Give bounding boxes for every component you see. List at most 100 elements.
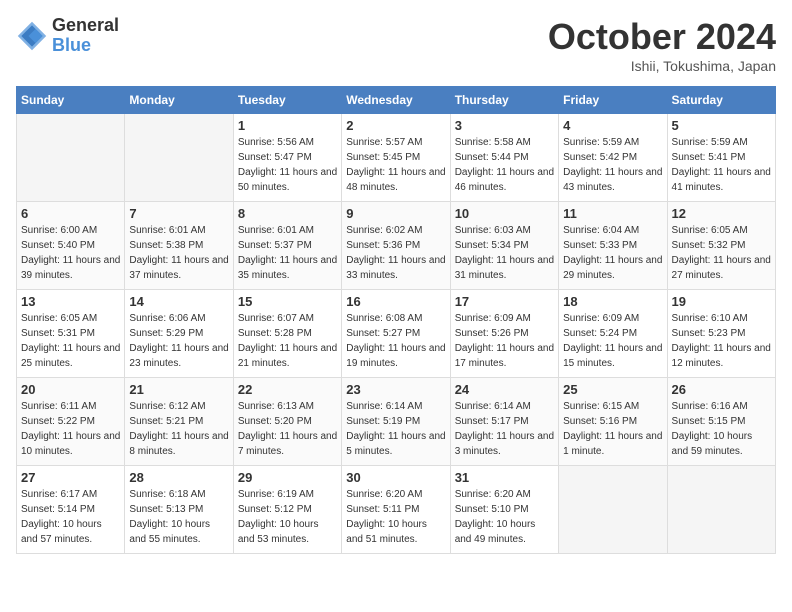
- calendar-cell: 19 Sunrise: 6:10 AM Sunset: 5:23 PM Dayl…: [667, 290, 775, 378]
- calendar-cell: [17, 114, 125, 202]
- daylight-text: Daylight: 11 hours and 7 minutes.: [238, 429, 337, 459]
- day-number: 22: [238, 382, 337, 397]
- calendar-cell: 23 Sunrise: 6:14 AM Sunset: 5:19 PM Dayl…: [342, 378, 450, 466]
- sunrise-text: Sunrise: 6:10 AM: [672, 311, 771, 326]
- day-info: Sunrise: 5:56 AM Sunset: 5:47 PM Dayligh…: [238, 135, 337, 195]
- sunset-text: Sunset: 5:34 PM: [455, 238, 554, 253]
- day-info: Sunrise: 6:19 AM Sunset: 5:12 PM Dayligh…: [238, 487, 337, 547]
- calendar-header-row: SundayMondayTuesdayWednesdayThursdayFrid…: [17, 87, 776, 114]
- day-info: Sunrise: 6:05 AM Sunset: 5:32 PM Dayligh…: [672, 223, 771, 283]
- sunrise-text: Sunrise: 5:59 AM: [672, 135, 771, 150]
- sunset-text: Sunset: 5:17 PM: [455, 414, 554, 429]
- calendar-cell: 2 Sunrise: 5:57 AM Sunset: 5:45 PM Dayli…: [342, 114, 450, 202]
- page-header: General Blue October 2024 Ishii, Tokushi…: [16, 16, 776, 74]
- sunrise-text: Sunrise: 6:07 AM: [238, 311, 337, 326]
- calendar-week-0: 1 Sunrise: 5:56 AM Sunset: 5:47 PM Dayli…: [17, 114, 776, 202]
- sunrise-text: Sunrise: 6:00 AM: [21, 223, 120, 238]
- day-number: 31: [455, 470, 554, 485]
- day-number: 26: [672, 382, 771, 397]
- logo-text: General Blue: [52, 16, 119, 56]
- daylight-text: Daylight: 11 hours and 17 minutes.: [455, 341, 554, 371]
- calendar-cell: 22 Sunrise: 6:13 AM Sunset: 5:20 PM Dayl…: [233, 378, 341, 466]
- day-number: 11: [563, 206, 662, 221]
- day-number: 24: [455, 382, 554, 397]
- sunset-text: Sunset: 5:23 PM: [672, 326, 771, 341]
- day-info: Sunrise: 6:20 AM Sunset: 5:11 PM Dayligh…: [346, 487, 445, 547]
- sunrise-text: Sunrise: 6:02 AM: [346, 223, 445, 238]
- sunset-text: Sunset: 5:10 PM: [455, 502, 554, 517]
- day-info: Sunrise: 6:10 AM Sunset: 5:23 PM Dayligh…: [672, 311, 771, 371]
- daylight-text: Daylight: 11 hours and 41 minutes.: [672, 165, 771, 195]
- sunrise-text: Sunrise: 6:14 AM: [455, 399, 554, 414]
- sunset-text: Sunset: 5:41 PM: [672, 150, 771, 165]
- daylight-text: Daylight: 11 hours and 33 minutes.: [346, 253, 445, 283]
- sunrise-text: Sunrise: 6:12 AM: [129, 399, 228, 414]
- calendar-week-2: 13 Sunrise: 6:05 AM Sunset: 5:31 PM Dayl…: [17, 290, 776, 378]
- sunrise-text: Sunrise: 6:16 AM: [672, 399, 771, 414]
- day-info: Sunrise: 6:02 AM Sunset: 5:36 PM Dayligh…: [346, 223, 445, 283]
- header-wednesday: Wednesday: [342, 87, 450, 114]
- day-number: 5: [672, 118, 771, 133]
- sunset-text: Sunset: 5:37 PM: [238, 238, 337, 253]
- sunset-text: Sunset: 5:24 PM: [563, 326, 662, 341]
- day-info: Sunrise: 6:20 AM Sunset: 5:10 PM Dayligh…: [455, 487, 554, 547]
- calendar-cell: 14 Sunrise: 6:06 AM Sunset: 5:29 PM Dayl…: [125, 290, 233, 378]
- day-info: Sunrise: 5:58 AM Sunset: 5:44 PM Dayligh…: [455, 135, 554, 195]
- day-info: Sunrise: 6:14 AM Sunset: 5:19 PM Dayligh…: [346, 399, 445, 459]
- day-number: 13: [21, 294, 120, 309]
- calendar-cell: 12 Sunrise: 6:05 AM Sunset: 5:32 PM Dayl…: [667, 202, 775, 290]
- sunset-text: Sunset: 5:14 PM: [21, 502, 120, 517]
- sunrise-text: Sunrise: 6:03 AM: [455, 223, 554, 238]
- daylight-text: Daylight: 11 hours and 48 minutes.: [346, 165, 445, 195]
- day-number: 9: [346, 206, 445, 221]
- day-info: Sunrise: 6:01 AM Sunset: 5:37 PM Dayligh…: [238, 223, 337, 283]
- sunset-text: Sunset: 5:47 PM: [238, 150, 337, 165]
- day-info: Sunrise: 6:00 AM Sunset: 5:40 PM Dayligh…: [21, 223, 120, 283]
- sunset-text: Sunset: 5:33 PM: [563, 238, 662, 253]
- logo-blue: Blue: [52, 36, 119, 56]
- day-info: Sunrise: 6:03 AM Sunset: 5:34 PM Dayligh…: [455, 223, 554, 283]
- day-info: Sunrise: 6:04 AM Sunset: 5:33 PM Dayligh…: [563, 223, 662, 283]
- sunset-text: Sunset: 5:28 PM: [238, 326, 337, 341]
- daylight-text: Daylight: 11 hours and 25 minutes.: [21, 341, 120, 371]
- sunrise-text: Sunrise: 6:18 AM: [129, 487, 228, 502]
- sunrise-text: Sunrise: 6:06 AM: [129, 311, 228, 326]
- sunrise-text: Sunrise: 6:20 AM: [346, 487, 445, 502]
- day-number: 25: [563, 382, 662, 397]
- calendar-cell: 26 Sunrise: 6:16 AM Sunset: 5:15 PM Dayl…: [667, 378, 775, 466]
- calendar-week-3: 20 Sunrise: 6:11 AM Sunset: 5:22 PM Dayl…: [17, 378, 776, 466]
- day-info: Sunrise: 6:15 AM Sunset: 5:16 PM Dayligh…: [563, 399, 662, 459]
- calendar-cell: 21 Sunrise: 6:12 AM Sunset: 5:21 PM Dayl…: [125, 378, 233, 466]
- day-number: 29: [238, 470, 337, 485]
- title-block: October 2024 Ishii, Tokushima, Japan: [548, 16, 776, 74]
- day-number: 27: [21, 470, 120, 485]
- sunset-text: Sunset: 5:12 PM: [238, 502, 337, 517]
- calendar-cell: 7 Sunrise: 6:01 AM Sunset: 5:38 PM Dayli…: [125, 202, 233, 290]
- sunset-text: Sunset: 5:44 PM: [455, 150, 554, 165]
- daylight-text: Daylight: 11 hours and 23 minutes.: [129, 341, 228, 371]
- month-title: October 2024: [548, 16, 776, 58]
- calendar-cell: 9 Sunrise: 6:02 AM Sunset: 5:36 PM Dayli…: [342, 202, 450, 290]
- calendar-table: SundayMondayTuesdayWednesdayThursdayFrid…: [16, 86, 776, 554]
- daylight-text: Daylight: 11 hours and 12 minutes.: [672, 341, 771, 371]
- day-number: 16: [346, 294, 445, 309]
- day-number: 1: [238, 118, 337, 133]
- daylight-text: Daylight: 11 hours and 15 minutes.: [563, 341, 662, 371]
- sunrise-text: Sunrise: 6:01 AM: [129, 223, 228, 238]
- day-info: Sunrise: 5:59 AM Sunset: 5:41 PM Dayligh…: [672, 135, 771, 195]
- sunrise-text: Sunrise: 6:05 AM: [672, 223, 771, 238]
- calendar-cell: 24 Sunrise: 6:14 AM Sunset: 5:17 PM Dayl…: [450, 378, 558, 466]
- day-info: Sunrise: 6:12 AM Sunset: 5:21 PM Dayligh…: [129, 399, 228, 459]
- daylight-text: Daylight: 10 hours and 55 minutes.: [129, 517, 228, 547]
- daylight-text: Daylight: 11 hours and 50 minutes.: [238, 165, 337, 195]
- sunset-text: Sunset: 5:26 PM: [455, 326, 554, 341]
- sunset-text: Sunset: 5:16 PM: [563, 414, 662, 429]
- sunset-text: Sunset: 5:36 PM: [346, 238, 445, 253]
- daylight-text: Daylight: 11 hours and 43 minutes.: [563, 165, 662, 195]
- sunrise-text: Sunrise: 5:57 AM: [346, 135, 445, 150]
- sunset-text: Sunset: 5:22 PM: [21, 414, 120, 429]
- sunset-text: Sunset: 5:42 PM: [563, 150, 662, 165]
- calendar-cell: 3 Sunrise: 5:58 AM Sunset: 5:44 PM Dayli…: [450, 114, 558, 202]
- sunrise-text: Sunrise: 6:13 AM: [238, 399, 337, 414]
- calendar-week-1: 6 Sunrise: 6:00 AM Sunset: 5:40 PM Dayli…: [17, 202, 776, 290]
